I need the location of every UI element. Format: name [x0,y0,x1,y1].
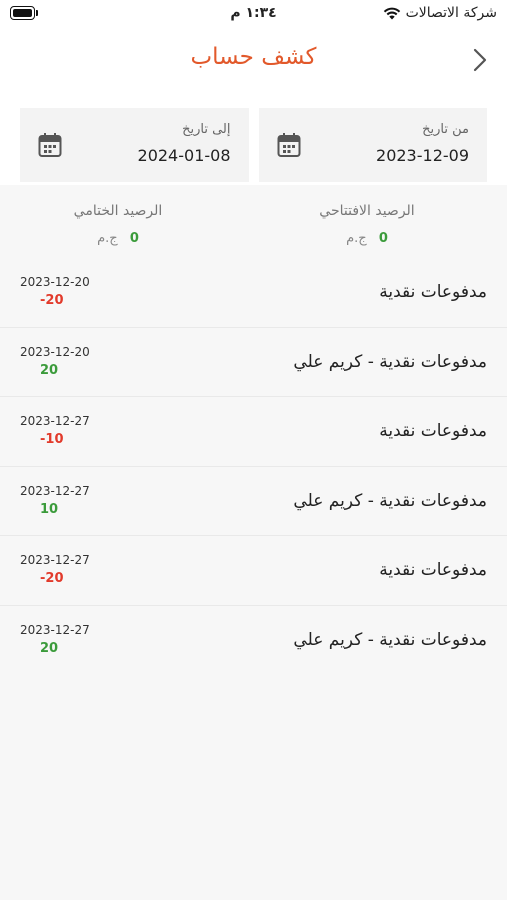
transaction-row[interactable]: مدفوعات نقدية 2023-12-20 -20 [0,258,507,328]
to-date-value: 2024-01-08 [137,146,231,165]
transaction-row[interactable]: مدفوعات نقدية 2023-12-27 -10 [0,397,507,467]
calendar-icon[interactable] [277,132,301,158]
to-date-label: إلى تاريخ [182,122,231,137]
chevron-right-icon [473,48,487,72]
transaction-amount: 10 [40,501,59,517]
transaction-date: 2023-12-27 [20,622,90,637]
transaction-amount: -10 [40,432,64,447]
transaction-date: 2023-12-20 [20,344,90,359]
currency-label: ج.م [97,231,118,246]
transactions-list: مدفوعات نقدية 2023-12-20 -20 مدفوعات نقد… [0,258,507,675]
back-button[interactable] [469,46,491,74]
carrier-name: شركة الاتصالات [405,5,497,21]
top-panel: ١:٣٤ م شركة الاتصالات كشف حساب إلى تاريخ… [0,0,507,185]
wifi-icon [383,7,400,20]
transaction-amount: -20 [40,293,64,308]
calendar-icon[interactable] [38,132,62,158]
date-filters: إلى تاريخ 2024-01-08 من تاريخ 2023-12-09 [20,108,487,182]
status-bar: ١:٣٤ م شركة الاتصالات [0,0,507,28]
transaction-row[interactable]: مدفوعات نقدية - كريم علي 2023-12-27 20 [0,606,507,676]
from-date-label: من تاريخ [422,122,469,137]
currency-label: ج.م [346,231,367,246]
opening-balance-label: الرصيد الافتتاحي [319,203,415,219]
from-date-value: 2023-12-09 [376,146,469,165]
transaction-amount: 20 [40,640,59,656]
carrier-info: شركة الاتصالات [383,5,497,21]
closing-balance: الرصيد الختامي 0 ج.م [38,185,198,246]
transaction-date: 2023-12-27 [20,553,90,567]
nav-header: كشف حساب [0,40,507,80]
transaction-date: 2023-12-27 [20,414,90,428]
opening-balance: الرصيد الافتتاحي 0 ج.م [287,185,447,246]
transaction-description: مدفوعات نقدية [379,421,487,441]
transaction-description: مدفوعات نقدية - كريم علي [293,629,487,650]
transaction-amount: 20 [40,362,59,378]
transaction-date: 2023-12-20 [20,275,90,289]
transaction-row[interactable]: مدفوعات نقدية - كريم علي 2023-12-27 10 [0,467,507,536]
transaction-description: مدفوعات نقدية - كريم علي [293,351,487,372]
closing-balance-label: الرصيد الختامي [73,203,163,219]
page-title: كشف حساب [190,44,317,70]
transaction-amount: -20 [40,571,64,586]
transaction-description: مدفوعات نقدية - كريم علي [293,490,487,511]
from-date-field[interactable]: من تاريخ 2023-12-09 [258,108,487,182]
transaction-date: 2023-12-27 [20,483,90,498]
balance-summary: الرصيد الافتتاحي 0 ج.م الرصيد الختامي 0 … [0,185,507,260]
to-date-field[interactable]: إلى تاريخ 2024-01-08 [20,108,249,182]
opening-balance-value: 0 [378,231,388,246]
transaction-row[interactable]: مدفوعات نقدية - كريم علي 2023-12-20 20 [0,328,507,397]
transaction-description: مدفوعات نقدية [379,282,487,302]
closing-balance-value: 0 [129,231,139,246]
transaction-row[interactable]: مدفوعات نقدية 2023-12-27 -20 [0,536,507,606]
transaction-description: مدفوعات نقدية [379,560,487,580]
